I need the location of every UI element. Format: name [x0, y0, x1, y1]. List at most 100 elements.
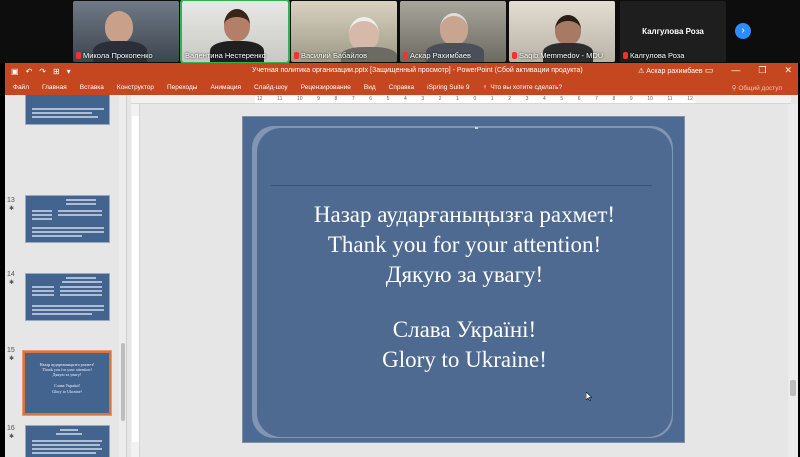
mic-muted-icon	[623, 52, 628, 59]
chevron-right-icon: ›	[741, 25, 745, 36]
save-icon[interactable]: ▣	[11, 67, 19, 76]
tab-design[interactable]: Конструктор	[117, 84, 154, 91]
tab-help[interactable]: Справка	[389, 84, 415, 91]
tab-slideshow[interactable]: Слайд-шоу	[254, 84, 288, 91]
ruler-mark: 12	[687, 96, 693, 102]
slide-text-line[interactable]: Слава Україні!	[243, 315, 686, 345]
slide-text-line[interactable]: Дякую за увагу!	[243, 260, 686, 290]
video-call-strip: Микола Прокопенко Валентина Нестеренко В…	[0, 0, 800, 64]
slide-thumbnail[interactable]	[25, 273, 110, 321]
ruler-mark: 6	[577, 96, 581, 102]
tab-transitions[interactable]: Переходы	[167, 84, 198, 91]
ruler-mark: 7	[595, 96, 598, 102]
ruler-mark: 10	[296, 96, 303, 102]
participant-head	[349, 17, 379, 51]
participant-name: Микола Прокопенко	[83, 51, 153, 60]
participant-center-name: Калгулова Роза	[642, 27, 704, 36]
ruler-mark: 1	[456, 96, 459, 102]
ruler-mark: 9	[317, 96, 320, 102]
window-title: Учетная политика организации.pptx [Защищ…	[252, 67, 583, 74]
participant-head	[440, 13, 468, 45]
slide-thumbnail[interactable]	[25, 425, 110, 457]
slide-thumbnails-pane: 13 ✱ 14 ✱ 15 ✱ Назар аударғаныңызға рахм…	[5, 95, 127, 457]
participant-tile-active[interactable]: Валентина Нестеренко	[180, 0, 290, 64]
tab-view[interactable]: Вид	[364, 84, 376, 91]
next-participants-button[interactable]: ›	[735, 23, 751, 39]
slide-thumbnail-selected[interactable]: Назар аударғаныңызға рахмет! Thank you f…	[22, 350, 112, 416]
participant-name: Калгулова Роза	[630, 51, 685, 60]
mic-muted-icon	[76, 52, 81, 59]
ribbon-display-options-icon[interactable]: ▭	[705, 65, 714, 76]
quick-access-toolbar: ▣ ↶ ↷ ⊞ ▾	[11, 67, 71, 76]
participant-tile[interactable]: Василий Бабайлов	[291, 1, 397, 62]
user-name[interactable]: Аскар рахимбаев	[646, 68, 702, 75]
ruler-mark: 5	[386, 96, 390, 102]
horizontal-ruler: 12 11 10 9 8 7 6 5 4 3 2 1 0 1 2 3 4 5 6…	[131, 95, 791, 104]
tab-home[interactable]: Главная	[42, 84, 67, 91]
ruler-mark: 4	[403, 96, 407, 102]
transition-star-icon: ✱	[9, 434, 15, 440]
ruler-mark: 11	[667, 96, 673, 102]
tab-ispring[interactable]: iSpring Suite 9	[427, 84, 469, 91]
customize-toolbar-icon[interactable]: ▾	[67, 67, 71, 76]
ruler-mark: 3	[421, 96, 425, 102]
window-controls: ▭ — ❐ ✕	[705, 65, 792, 76]
thumbnails-scrollbar[interactable]	[119, 95, 126, 457]
slideshow-icon[interactable]: ⊞	[53, 67, 60, 76]
participant-tile[interactable]: Saqib Memmedov - MDU	[509, 1, 615, 62]
participant-tile-video-off[interactable]: Калгулова Роза Калгулова Роза	[620, 1, 726, 62]
close-icon[interactable]: ✕	[784, 65, 792, 76]
slide-thumbnail[interactable]	[25, 195, 110, 243]
tell-me-search[interactable]: ♀ Что вы хотите сделать?	[482, 84, 562, 91]
participant-name: Василий Бабайлов	[301, 51, 368, 60]
share-icon: ⚲	[731, 85, 737, 92]
lightbulb-icon: ♀	[482, 84, 488, 91]
participant-tile[interactable]: Микола Прокопенко	[73, 1, 179, 62]
ruler-mark: 7	[351, 96, 355, 102]
tab-insert[interactable]: Вставка	[80, 84, 104, 91]
slide-thumbnail[interactable]	[25, 95, 110, 125]
slide-number: 16	[7, 425, 15, 432]
mic-muted-icon	[294, 52, 299, 59]
tab-animations[interactable]: Анимация	[210, 84, 241, 91]
participant-tile[interactable]: Аскар Рахимбаев	[400, 1, 506, 62]
ruler-mark: 5	[560, 96, 564, 102]
ribbon-tabs: Файл Главная Вставка Конструктор Переход…	[5, 81, 798, 95]
ruler-mark: 4	[542, 96, 546, 102]
minimize-icon[interactable]: —	[731, 65, 740, 76]
slide-divider	[271, 185, 652, 186]
slide-text-line[interactable]: Thank you for your attention!	[243, 230, 686, 260]
participant-name: Saqib Memmedov - MDU	[519, 51, 604, 60]
share-button: Общий доступ	[738, 85, 782, 92]
maximize-icon[interactable]: ❐	[758, 65, 766, 76]
tab-review[interactable]: Рецензирование	[301, 84, 351, 91]
scrollbar-thumb[interactable]	[790, 380, 796, 396]
ruler-mark: 9	[629, 96, 633, 102]
mouse-cursor-icon	[586, 392, 592, 401]
participant-head	[105, 11, 133, 43]
slide-text-line[interactable]: Glory to Ukraine!	[243, 345, 686, 375]
slide-number: 13	[7, 197, 15, 204]
ruler-mark: 8	[334, 96, 338, 102]
ruler-mark: 0	[473, 96, 477, 102]
participant-name: Валентина Нестеренко	[185, 51, 266, 60]
title-bar: ▣ ↶ ↷ ⊞ ▾ Учетная политика организации.p…	[5, 63, 798, 81]
ruler-mark: 1	[490, 96, 494, 102]
participant-name: Аскар Рахимбаев	[410, 51, 472, 60]
current-slide[interactable]: Назар аударғаныңызға рахмет! Thank you f…	[242, 116, 685, 443]
ruler-mark: 12	[257, 96, 263, 102]
transition-star-icon: ✱	[9, 356, 15, 362]
redo-icon[interactable]: ↷	[39, 67, 46, 76]
scrollbar-thumb[interactable]	[121, 343, 125, 421]
undo-icon[interactable]: ↶	[26, 67, 33, 76]
slide-text-line[interactable]: Назар аударғаныңызға рахмет!	[243, 200, 686, 230]
ruler-mark: 8	[612, 96, 616, 102]
ruler-mark: 2	[508, 96, 512, 102]
transition-star-icon: ✱	[9, 206, 15, 212]
tab-file[interactable]: Файл	[13, 84, 29, 91]
mic-muted-icon	[403, 52, 408, 59]
editor-scrollbar[interactable]	[788, 104, 798, 457]
ruler-mark: 3	[525, 96, 529, 102]
ruler-mark: 6	[369, 96, 373, 102]
warning-icon: ⚠	[638, 68, 645, 75]
